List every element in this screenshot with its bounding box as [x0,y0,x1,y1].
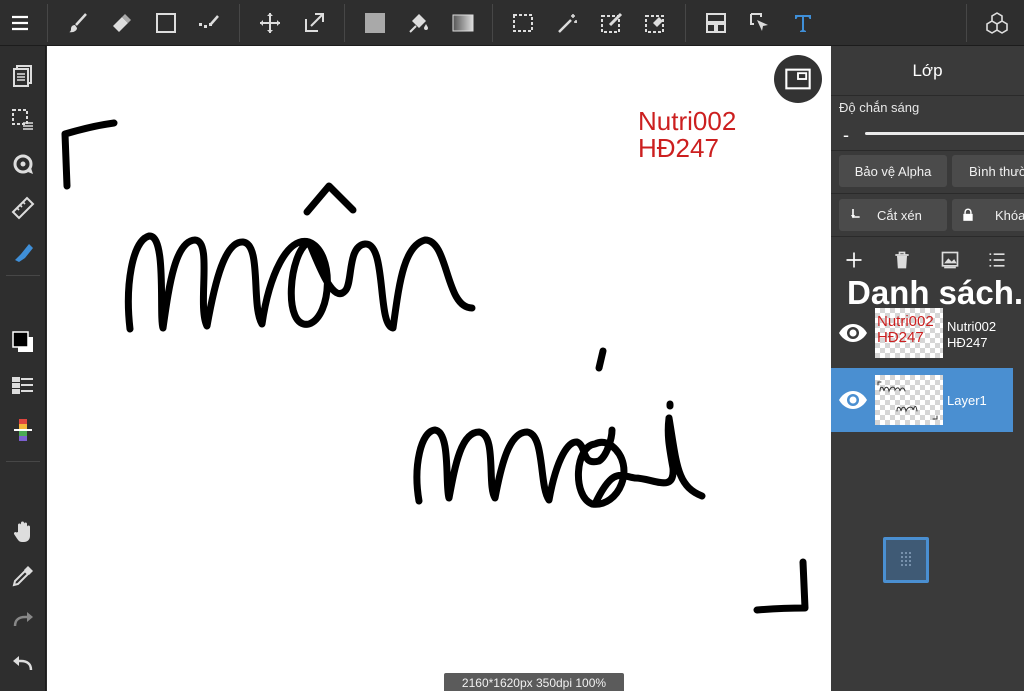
pen-icon[interactable] [7,236,39,268]
bucket-icon[interactable] [403,7,435,39]
move-icon[interactable] [254,7,286,39]
select-pen-icon[interactable] [596,7,628,39]
grid-dots-icon [901,552,911,566]
layer-panel: Lớp Độ chắn sáng - Bảo vệ Alpha Bình thư… [831,46,1024,691]
fill-color-icon[interactable] [359,7,391,39]
rectangle-icon[interactable] [150,7,182,39]
canvas-text-line2: HĐ247 [638,133,719,163]
lock-icon [963,208,973,221]
select-pointer-icon[interactable] [744,7,776,39]
layer-thumbnail [875,375,943,425]
ruler-icon[interactable] [7,192,39,224]
clipping-button[interactable]: Cắt xén [839,199,947,231]
eraser-icon[interactable] [106,7,138,39]
transform-icon[interactable] [298,7,330,39]
layer-name: Nutri002 HĐ247 [947,319,996,351]
undo-icon[interactable] [7,648,39,680]
navigator-button[interactable] [774,55,822,103]
alpha-protect-button[interactable]: Bảo vệ Alpha [839,155,947,187]
eye-icon[interactable] [837,321,869,345]
thumbnail-text-line1: Nutri002 [877,313,934,330]
menu-icon[interactable] [4,7,36,39]
app-window: Nutri002 HĐ247 2160*1620px 350dpi 100% L… [0,0,1024,691]
panel-divider [831,193,1024,194]
layer-image-icon[interactable] [937,248,963,272]
delete-layer-icon[interactable] [889,248,915,272]
select-eraser-icon[interactable] [640,7,672,39]
color-swatch-icon[interactable] [7,326,39,358]
toolbar-divider [966,4,967,42]
left-toolbar [0,46,46,691]
toolbar-divider [47,4,48,42]
thumbnail-text-line2: HĐ247 [877,329,924,346]
layout-icon[interactable] [700,7,732,39]
dot-icon[interactable] [193,7,225,39]
layer-name-line1: Nutri002 [947,319,997,334]
thumbnail-drawing [877,381,938,420]
opacity-slider[interactable] [865,132,1024,135]
clipping-arrow-icon [851,209,860,219]
layer-item-layer1[interactable]: Layer1 [831,368,1013,432]
alpha-protect-label: Bảo vệ Alpha [854,163,932,179]
blend-mode-label: Bình thường [969,163,1024,179]
opacity-minus-button[interactable]: - [843,125,849,146]
panel-divider [831,150,1024,151]
text-icon[interactable] [787,7,819,39]
layer-thumbnail: Nutri002 HĐ247 [875,308,943,358]
hand-icon[interactable] [7,516,39,548]
canvas-red-text: Nutri002 HĐ247 [638,108,736,162]
eyedropper-icon[interactable] [7,560,39,592]
drawing-canvas[interactable]: Nutri002 HĐ247 2160*1620px 350dpi 100% [47,46,831,691]
lock-button[interactable]: Khóa [952,199,1024,231]
panel-divider [831,236,1024,237]
layer-item-text[interactable]: Nutri002 HĐ247 Nutri002 HĐ247 [831,301,1013,365]
opacity-label: Độ chắn sáng [839,100,920,115]
add-layer-icon[interactable] [841,248,867,272]
toolbar-divider [239,4,240,42]
toolbar-divider [492,4,493,42]
clipping-label: Cắt xén [877,207,922,223]
top-toolbar [0,0,1024,46]
toolbar-divider [6,275,40,276]
layer-grid-button[interactable] [883,537,929,583]
pages-icon[interactable] [7,60,39,92]
gradient-icon[interactable] [447,7,479,39]
canvas-text-line1: Nutri002 [638,106,737,136]
toolbar-divider [6,461,40,462]
toolbar-divider [685,4,686,42]
layer-name: Layer1 [947,393,987,408]
thumbnail-red-text: Nutri002 HĐ247 [877,314,934,346]
eye-icon[interactable] [837,388,869,412]
layer-name-line2: HĐ247 [947,335,988,350]
canvas-status-bar: 2160*1620px 350dpi 100% [444,673,624,691]
redo-icon[interactable] [7,604,39,636]
magic-wand-icon[interactable] [552,7,584,39]
rotate-icon[interactable] [7,148,39,180]
layer-menu-icon[interactable] [984,248,1010,272]
panel-title: Lớp [831,46,1024,96]
blend-mode-button[interactable]: Bình thường [952,155,1024,187]
lock-label: Khóa [995,207,1024,223]
toolbar-divider [344,4,345,42]
layer-actions-row [831,246,1024,274]
materials-icon[interactable] [981,7,1013,39]
brush-icon[interactable] [62,7,94,39]
navigator-icon [785,68,811,90]
selection-icon[interactable] [507,7,539,39]
color-bar-icon[interactable] [7,414,39,446]
layers-list-icon[interactable] [7,370,39,402]
selection-ops-icon[interactable] [7,104,39,136]
